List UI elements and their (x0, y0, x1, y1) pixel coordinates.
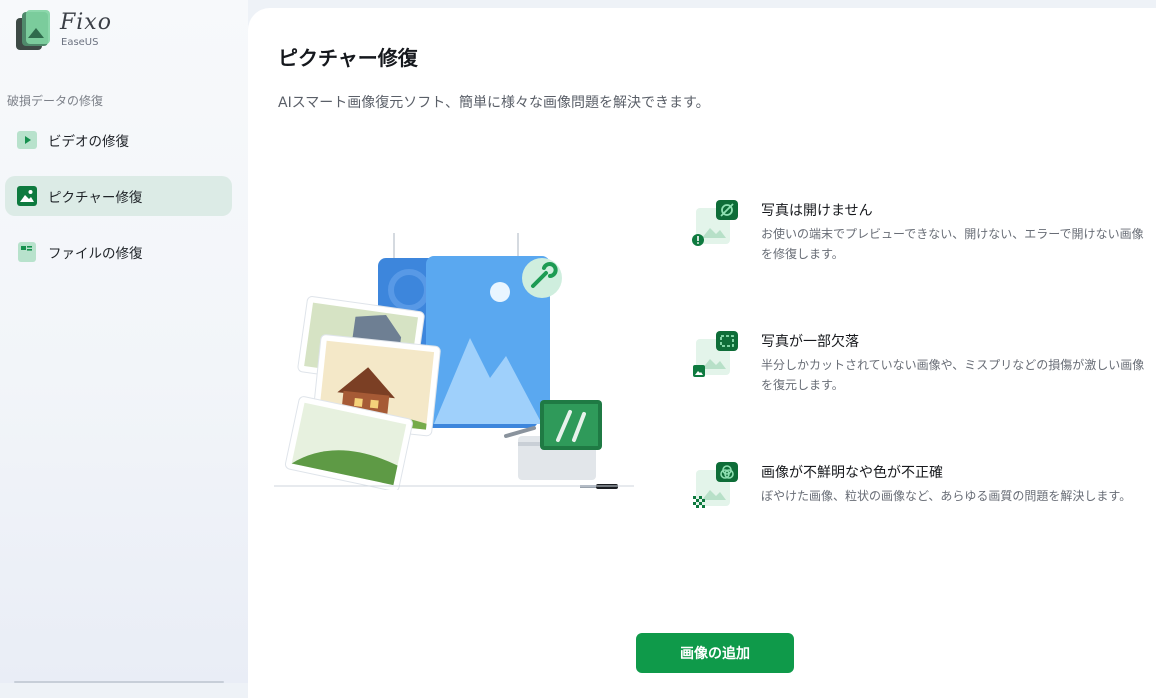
sidebar-item-label: ファイルの修復 (48, 246, 143, 262)
brand-name: Fixo (60, 10, 112, 35)
feature-title: 写真は開けません (761, 203, 873, 219)
sidebar-item-label: ビデオの修復 (48, 134, 129, 150)
page-title: ピクチャー修復 (278, 46, 418, 70)
unreadable-photo-icon (692, 200, 738, 246)
sidebar-item-video-repair[interactable]: ビデオの修復 (5, 120, 232, 160)
sidebar-section-title: 破損データの修復 (7, 94, 104, 108)
fixo-logo-icon (16, 10, 50, 50)
sidebar: Fixo EaseUS 破損データの修復 ビデオの修復 ピクチャー修復 ファイル… (0, 0, 248, 683)
feature-description: お使いの端末でプレビューできない、開けない、エラーで開けない画像を修復します。 (761, 227, 1144, 261)
feature-unreadable-photo: 写真は開けません お使いの端末でプレビューできない、開けない、エラーで開けない画… (692, 198, 1152, 268)
add-image-button[interactable]: 画像の追加 (636, 633, 794, 673)
feature-description: ぼやけた画像、粒状の画像など、あらゆる画質の問題を解決します。 (761, 489, 1132, 503)
video-icon (17, 131, 37, 149)
feature-title: 画像が不鮮明なや色が不正確 (761, 465, 943, 481)
partial-photo-icon (693, 331, 738, 377)
feature-description: 半分しかカットされていない画像や、ミスプリなどの損傷が激しい画像を復元します。 (761, 358, 1145, 392)
feature-title: 写真が一部欠落 (761, 334, 859, 350)
brand-subtitle: EaseUS (61, 37, 99, 48)
main-panel: ピクチャー修復 AIスマート画像復元ソフト、簡単に様々な画像問題を解決できます。 (248, 8, 1156, 698)
feature-blurry-photo: 画像が不鮮明なや色が不正確 ぼやけた画像、粒状の画像など、あらゆる画質の問題を解… (692, 460, 1152, 530)
sidebar-item-picture-repair[interactable]: ピクチャー修復 (5, 176, 232, 216)
picture-repair-illustration (274, 233, 634, 490)
page-description: AIスマート画像復元ソフト、簡単に様々な画像問題を解決できます。 (278, 95, 710, 111)
feature-partial-photo: 写真が一部欠落 半分しかカットされていない画像や、ミスプリなどの損傷が激しい画像… (692, 329, 1152, 399)
blurry-photo-icon (693, 462, 738, 508)
picture-icon (17, 186, 37, 206)
file-icon (18, 242, 36, 262)
brand: Fixo EaseUS (14, 8, 134, 56)
sidebar-item-file-repair[interactable]: ファイルの修復 (5, 232, 232, 272)
sidebar-item-label: ピクチャー修復 (48, 190, 143, 206)
